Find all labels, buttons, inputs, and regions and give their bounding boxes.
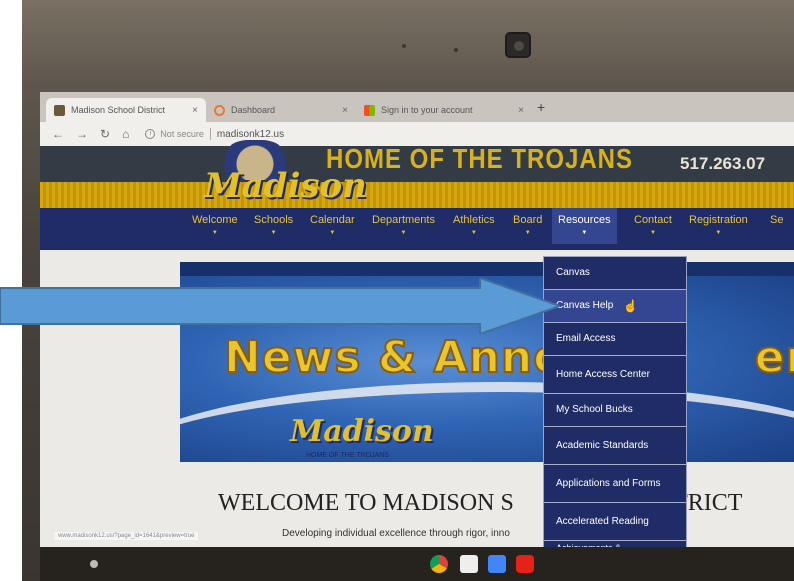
nav-board[interactable]: Board ▼ <box>513 214 542 236</box>
hero-logo: Madison <box>290 414 434 449</box>
nav-registration[interactable]: Registration ▼ <box>689 214 748 236</box>
tab-dashboard[interactable]: Dashboard × <box>206 98 356 122</box>
annotation-arrow <box>0 278 560 334</box>
new-tab-button[interactable]: + <box>537 99 545 115</box>
tab-label: Dashboard <box>231 105 276 115</box>
webcam-icon <box>505 32 531 58</box>
close-icon[interactable]: × <box>518 105 524 116</box>
tab-label: Madison School District <box>71 105 166 115</box>
tab-sign-in[interactable]: Sign in to your account × <box>356 98 532 122</box>
madison-logo[interactable]: Madison <box>204 166 367 206</box>
nav-schools[interactable]: Schools ▼ <box>254 214 293 236</box>
menu-item-home-access-center[interactable]: Home Access Center <box>544 356 686 394</box>
menu-item-applications-forms[interactable]: Applications and Forms <box>544 465 686 503</box>
menu-item-canvas-help[interactable]: Canvas Help ☝ <box>544 290 686 323</box>
security-indicator[interactable]: i Not secure <box>145 129 204 139</box>
sensor-dot <box>402 44 406 48</box>
close-icon[interactable]: × <box>192 105 198 116</box>
browser-toolbar: ← → ↻ ⌂ i Not secure madisonk12.us <box>40 122 794 146</box>
os-taskbar <box>40 547 794 581</box>
nav-athletics[interactable]: Athletics ▼ <box>453 214 495 236</box>
nav-resources[interactable]: Resources ▼ <box>552 208 617 244</box>
menu-item-academic-standards[interactable]: Academic Standards <box>544 427 686 465</box>
laptop-screen: Madison School District × Dashboard × Si… <box>40 92 794 581</box>
reload-icon[interactable]: ↻ <box>100 127 110 141</box>
forward-icon[interactable]: → <box>76 127 88 141</box>
home-icon[interactable]: ⌂ <box>122 127 129 141</box>
menu-item-email-access[interactable]: Email Access <box>544 323 686 356</box>
resources-dropdown: Canvas Canvas Help ☝ Email Access Home Ac… <box>543 256 687 556</box>
tab-label: Sign in to your account <box>381 105 473 115</box>
hero-tagline: HOME OF THE TROJANS <box>306 452 389 459</box>
banner-title: HOME OF THE TROJANS <box>326 143 634 175</box>
site-banner: HOME OF THE TROJANS 517.263.07 Madison <box>40 140 794 208</box>
menu-item-my-school-bucks[interactable]: My School Bucks <box>544 394 686 427</box>
back-icon[interactable]: ← <box>52 127 64 141</box>
gmail-icon[interactable] <box>460 555 478 573</box>
phone-number: 517.263.07 <box>680 154 766 173</box>
nav-contact[interactable]: Contact ▼ <box>634 214 672 236</box>
tab-madison[interactable]: Madison School District × <box>46 98 206 122</box>
hero-title: News & Annouents <box>223 331 794 384</box>
canvas-favicon-icon <box>214 104 225 116</box>
nav-departments[interactable]: Departments ▼ <box>372 214 435 236</box>
close-icon[interactable]: × <box>342 105 348 116</box>
youtube-icon[interactable] <box>516 555 534 573</box>
nav-welcome[interactable]: Welcome ▼ <box>192 214 238 236</box>
main-nav: Welcome ▼ Schools ▼ Calendar ▼ Departments ▼… <box>40 208 794 250</box>
nav-search[interactable]: Se <box>770 214 783 226</box>
menu-item-canvas[interactable]: Canvas <box>544 257 686 290</box>
nav-calendar[interactable]: Calendar ▼ <box>310 214 355 236</box>
divider <box>209 128 211 140</box>
docs-icon[interactable] <box>488 555 506 573</box>
info-icon: i <box>145 129 156 139</box>
microsoft-favicon-icon <box>364 104 375 116</box>
launcher-icon[interactable] <box>90 560 98 568</box>
bezel-top <box>22 0 794 88</box>
browser-tab-strip: Madison School District × Dashboard × Si… <box>40 92 794 122</box>
link-status-url: www.madisonk12.us/?page_id=1641&preview=… <box>54 532 199 540</box>
address-bar[interactable]: madisonk12.us <box>217 129 284 140</box>
site-favicon-icon <box>54 104 65 116</box>
banner-stripe <box>40 182 794 208</box>
menu-item-accelerated-reading[interactable]: Accelerated Reading <box>544 503 686 541</box>
hand-cursor-icon: ☝ <box>623 298 639 313</box>
sensor-dot <box>454 48 458 52</box>
security-label: Not secure <box>160 129 204 139</box>
chrome-icon[interactable] <box>430 555 448 573</box>
